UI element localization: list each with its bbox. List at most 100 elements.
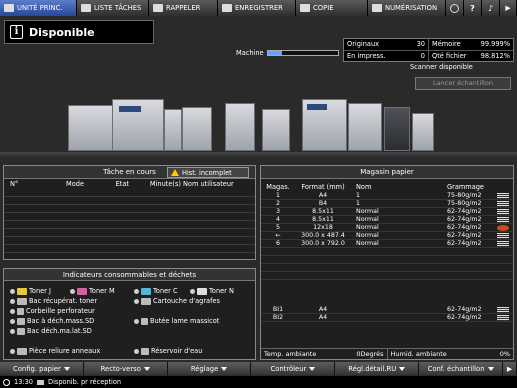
info-icon: i xyxy=(10,25,23,39)
chevron-down-icon xyxy=(309,366,316,371)
staple-icon xyxy=(141,297,151,305)
trimmer-stopper: Butée lame massicot xyxy=(134,317,219,325)
file-value: 98.812% xyxy=(480,52,510,60)
job-row[interactable] xyxy=(4,213,255,221)
globe-button[interactable] xyxy=(446,0,464,16)
adjustment-button[interactable]: Réglage xyxy=(167,362,252,375)
printing-label: En impress. xyxy=(347,52,386,60)
status-title: Disponible xyxy=(29,25,95,39)
paper-tray-row[interactable]: 1 A4 1 75-80g/m2 xyxy=(261,192,513,200)
machine-progress-bar xyxy=(267,50,339,56)
paper-setting-button[interactable]: Config. papier xyxy=(0,362,84,375)
paper-tray-row[interactable]: 4 8.5x11 Normal 62-74g/m2 xyxy=(261,216,513,224)
toner-icon xyxy=(141,287,151,295)
paper-tray-row xyxy=(261,264,513,272)
ring-binding-parts: Pièce reliure anneaux xyxy=(10,347,100,355)
scan-icon xyxy=(372,4,382,12)
warning-icon xyxy=(171,169,179,176)
file-label: Qté fichier xyxy=(432,52,467,60)
machine-illustration xyxy=(50,95,445,157)
job-columns: N° Mode Etat Minute(s) Nom utilisateur xyxy=(10,180,234,188)
save-icon xyxy=(222,4,232,12)
tab-recall[interactable]: RAPPELER xyxy=(149,0,218,16)
machine-engine xyxy=(302,99,347,151)
incomplete-history-button[interactable]: Hist. incomplet xyxy=(167,167,249,178)
chevron-down-icon xyxy=(221,366,228,371)
paper-tray-row[interactable]: 2 B4 1 75-80g/m2 xyxy=(261,200,513,208)
job-row[interactable] xyxy=(4,245,255,253)
waste-bin-icon xyxy=(17,297,27,305)
job-panel-title: Tâche en cours xyxy=(103,168,156,176)
job-panel: Tâche en cours Hist. incomplet N° Mode E… xyxy=(3,165,256,260)
job-row[interactable] xyxy=(4,205,255,213)
recall-icon xyxy=(153,4,163,12)
machine-module xyxy=(182,107,212,151)
temp-label: Temp. ambiante xyxy=(264,350,317,358)
tab-job-list[interactable]: LISTE TÂCHES xyxy=(77,0,149,16)
machine-output xyxy=(412,113,434,151)
paper-level-icon xyxy=(497,209,509,215)
paper-level-icon xyxy=(497,217,509,223)
job-row[interactable] xyxy=(4,189,255,197)
trim-waste-tray: Bac à déch.mass.SD xyxy=(10,317,94,325)
machine-feeder xyxy=(68,105,114,151)
paper-tray-row[interactable]: 3 8.5x11 Normal 62-74g/m2 xyxy=(261,208,513,216)
job-row[interactable] xyxy=(4,237,255,245)
sample-config-button[interactable]: Conf. échantillon xyxy=(419,362,503,375)
temp-value: 0Degrés xyxy=(356,350,384,358)
chevron-down-icon xyxy=(63,366,70,371)
bypass-tray-row[interactable]: BI2 A4 62-74g/m2 xyxy=(261,314,513,322)
tray-icon xyxy=(17,317,25,325)
message-icon xyxy=(37,379,45,385)
machine-main xyxy=(112,99,164,151)
paper-tray-row[interactable]: 5 12x18 Normal 62-74g/m2 xyxy=(261,224,513,232)
toner-y: Toner J xyxy=(10,287,51,295)
controller-button[interactable]: Contrôleur xyxy=(251,362,336,375)
toner-c: Toner C xyxy=(134,287,178,295)
counters-panel: Originaux 30 Mémoire 99.999% En impress. 0 … xyxy=(343,38,514,62)
consumables-panel: Indicateurs consommables et déchets Tone… xyxy=(3,268,256,360)
help-button[interactable]: ? xyxy=(464,0,482,16)
volume-button[interactable]: ♪ xyxy=(482,0,500,16)
machine-module xyxy=(348,103,382,151)
globe-icon xyxy=(450,3,459,13)
printer-icon xyxy=(4,4,14,12)
memory-value: 99.999% xyxy=(480,40,510,48)
paper-level-icon xyxy=(497,201,509,207)
job-row[interactable] xyxy=(4,221,255,229)
side-waste-tray: Bac déch.ma.lat.SD xyxy=(10,327,92,335)
machine-module xyxy=(384,107,410,151)
paper-level-icon xyxy=(497,193,509,199)
help-icon: ? xyxy=(470,3,475,13)
toner-k: Toner N xyxy=(190,287,234,295)
job-row[interactable] xyxy=(4,229,255,237)
bypass-tray-row[interactable]: BI1 A4 62-74g/m2 xyxy=(261,306,513,314)
tab-copy[interactable]: COPIE xyxy=(296,0,368,16)
toner-m: Toner M xyxy=(70,287,115,295)
blade-icon xyxy=(141,317,148,325)
duplex-button[interactable]: Recto-verso xyxy=(83,362,168,375)
chevron-down-icon xyxy=(143,366,150,371)
water-tank-icon xyxy=(141,347,149,355)
alert-icon xyxy=(497,225,509,231)
launch-sample-button[interactable]: Lancer échantillon xyxy=(415,77,511,90)
tab-save[interactable]: ENREGISTRER xyxy=(218,0,296,16)
paper-tray-row[interactable]: ← 300.0 x 487.4 Normal 62-74g/m2 xyxy=(261,232,513,240)
originals-label: Originaux xyxy=(347,40,380,48)
next-button[interactable]: ▶ xyxy=(500,0,517,16)
memory-label: Mémoire xyxy=(432,40,461,48)
tray-icon xyxy=(17,327,25,335)
toner-icon xyxy=(17,287,27,295)
paper-panel-title: Magasin papier xyxy=(261,166,513,179)
ru-detail-button[interactable]: Régl.détail.RU xyxy=(335,362,420,375)
paper-tray-row xyxy=(261,248,513,256)
bottom-nav: Config. papier Recto-verso Réglage Contr… xyxy=(0,362,517,375)
next-page-button[interactable]: ▶ xyxy=(502,362,517,375)
job-row[interactable] xyxy=(4,197,255,205)
originals-value: 30 xyxy=(416,40,425,48)
tab-main-unit[interactable]: UNITÉ PRINC. xyxy=(0,0,77,16)
paper-tray-row[interactable]: 6 300.0 x 792.0 Normal 62-74g/m2 xyxy=(261,240,513,248)
paper-tray-row xyxy=(261,256,513,264)
tab-scan[interactable]: NUMÉRISATION xyxy=(368,0,446,16)
paper-columns: Magas. Format (mm) Nom Grammage xyxy=(266,183,484,191)
